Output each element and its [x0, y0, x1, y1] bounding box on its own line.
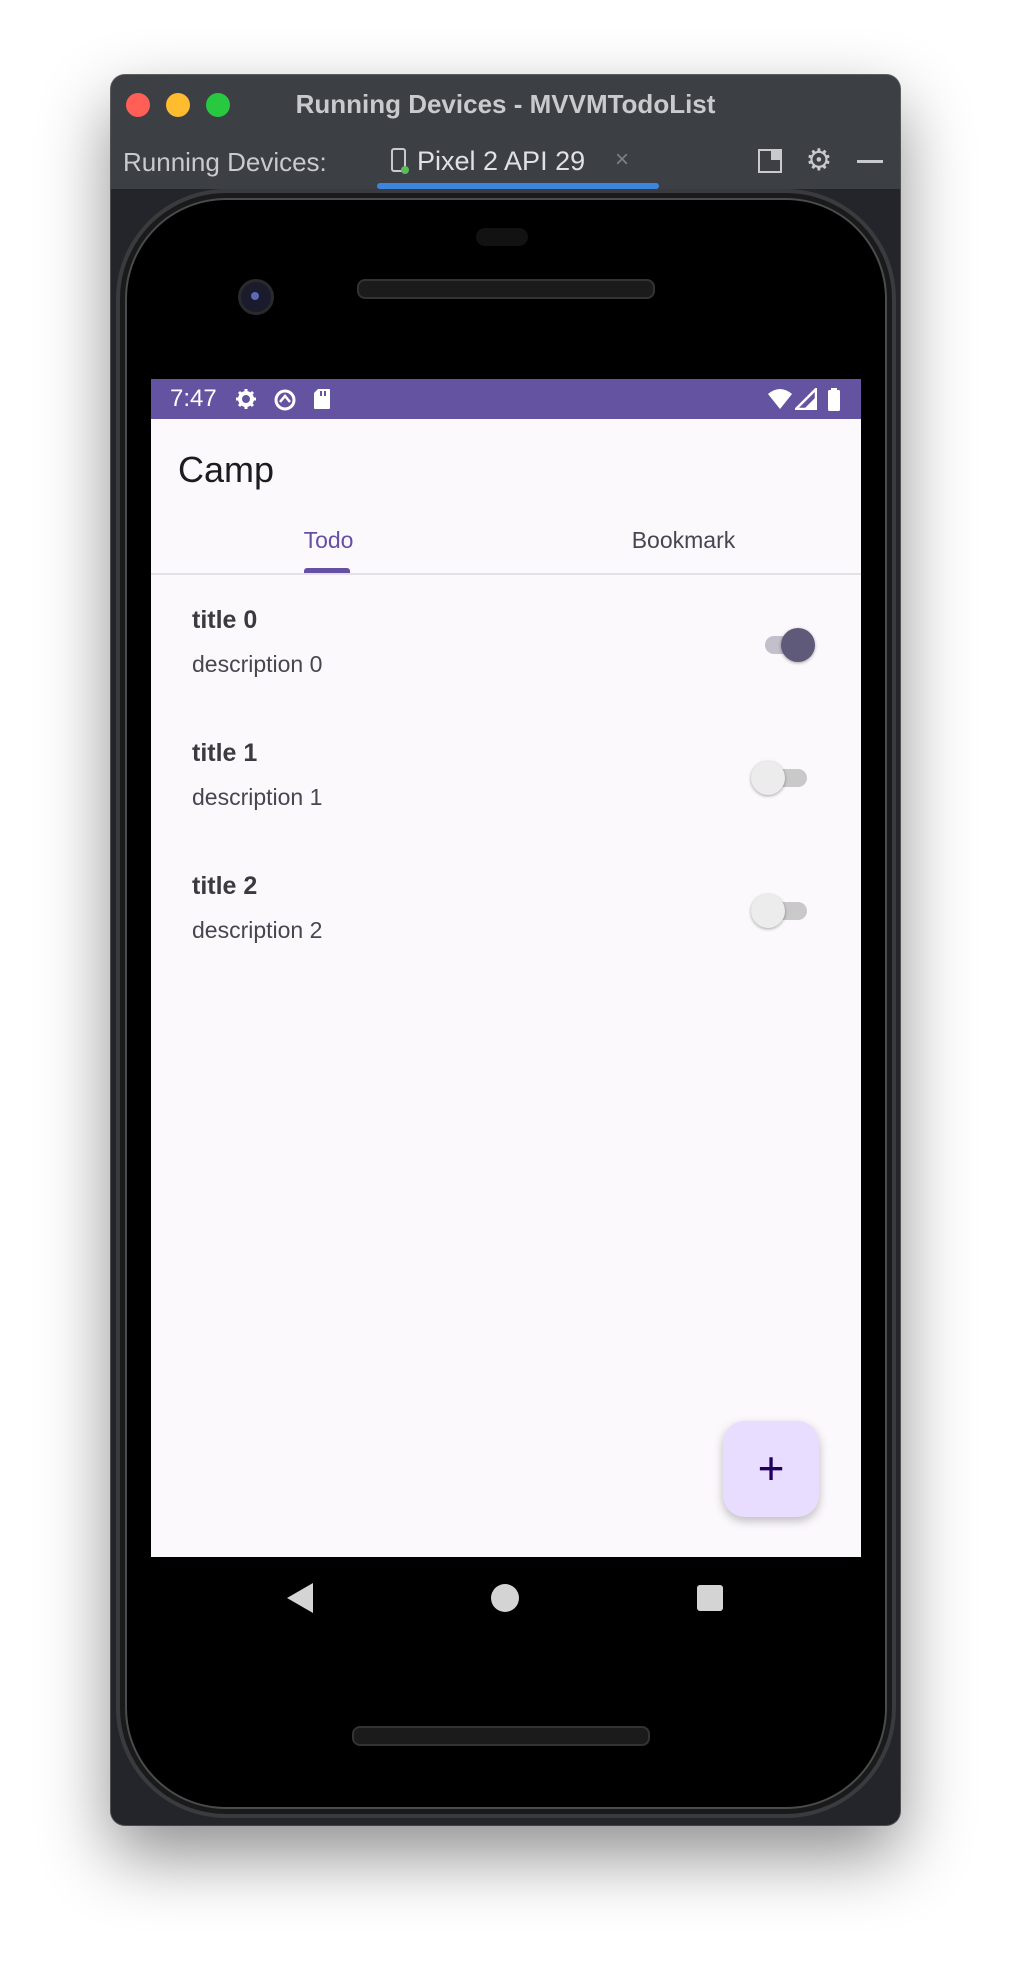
tab-todo-label: Todo	[303, 527, 354, 553]
layout-icon[interactable]	[756, 147, 784, 175]
device-tab[interactable]: Pixel 2 API 29 ×	[377, 133, 659, 189]
todo-list: title 0 description 0 title 1 descriptio…	[151, 575, 861, 974]
todo-description: description 1	[192, 784, 323, 810]
title-bar: Running Devices - MVVMTodoList	[111, 75, 900, 134]
tab-row: Todo Bookmark	[151, 505, 861, 575]
bookmark-toggle[interactable]	[751, 760, 815, 796]
list-item[interactable]: title 1 description 1	[151, 708, 861, 841]
running-devices-toolbar: Running Devices: Pixel 2 API 29 × ⚙	[111, 133, 900, 189]
gear-icon[interactable]: ⚙	[805, 146, 833, 176]
tab-todo[interactable]: Todo	[151, 505, 506, 573]
minimize-icon[interactable]	[855, 147, 883, 175]
data-saver-icon	[274, 389, 296, 411]
toggle-thumb	[781, 628, 815, 662]
app-title: Camp	[178, 449, 275, 490]
tab-indicator	[304, 568, 350, 573]
list-item[interactable]: title 2 description 2	[151, 841, 861, 974]
device-area: 7:47 Camp Todo Bookmark title 0 descript…	[111, 189, 900, 1825]
toggle-thumb	[751, 761, 785, 795]
device-tab-label: Pixel 2 API 29	[417, 146, 586, 176]
todo-title: title 0	[192, 606, 258, 634]
navigation-bar	[151, 1557, 861, 1647]
close-tab-icon[interactable]: ×	[615, 146, 629, 174]
signal-icon	[795, 388, 817, 410]
todo-description: description 2	[192, 917, 323, 943]
todo-description: description 0	[192, 651, 323, 677]
device-icon	[391, 148, 409, 174]
top-speaker	[357, 279, 655, 299]
bookmark-toggle[interactable]	[751, 893, 815, 929]
tab-bookmark-label: Bookmark	[631, 527, 736, 553]
bookmark-toggle[interactable]	[755, 627, 815, 663]
earpiece	[476, 228, 528, 246]
bottom-speaker	[352, 1726, 650, 1746]
wifi-icon	[768, 389, 792, 409]
list-item[interactable]: title 0 description 0	[151, 575, 861, 708]
toolbar-label: Running Devices:	[123, 147, 327, 177]
sd-card-icon	[314, 389, 330, 409]
todo-title: title 2	[192, 872, 258, 900]
window-title: Running Devices - MVVMTodoList	[295, 89, 716, 119]
battery-icon	[828, 388, 840, 411]
back-button[interactable]	[287, 1583, 313, 1613]
settings-icon	[236, 389, 256, 409]
status-bar: 7:47	[151, 379, 861, 419]
recents-button[interactable]	[697, 1585, 723, 1611]
top-app-bar: Camp	[151, 419, 861, 505]
toggle-thumb	[751, 894, 785, 928]
todo-title: title 1	[192, 739, 258, 767]
add-todo-button[interactable]: +	[723, 1421, 819, 1517]
phone-screen: 7:47 Camp Todo Bookmark title 0 descript…	[151, 379, 861, 1557]
front-camera	[238, 279, 274, 315]
phone-frame: 7:47 Camp Todo Bookmark title 0 descript…	[116, 189, 896, 1818]
status-time: 7:47	[170, 385, 217, 412]
emulator-window: Running Devices - MVVMTodoList Running D…	[111, 75, 900, 1825]
home-button[interactable]	[491, 1584, 519, 1612]
tab-bookmark[interactable]: Bookmark	[506, 505, 861, 573]
